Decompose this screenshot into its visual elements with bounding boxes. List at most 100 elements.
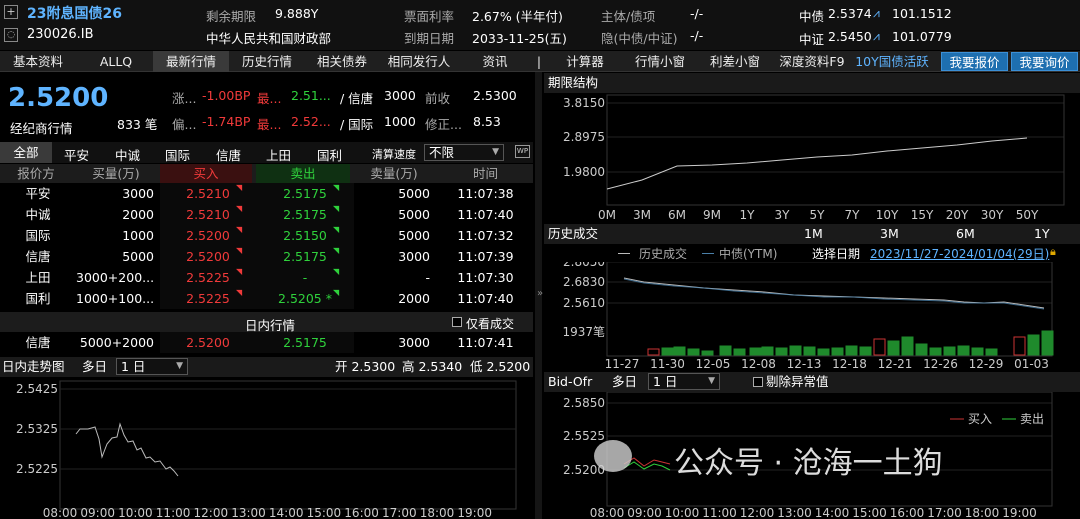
add-icon[interactable]: + bbox=[4, 5, 18, 19]
row-broker: 上田 bbox=[25, 270, 51, 285]
quote-summary: 2.5200 经纪商行情 833 笔 涨... -1.00BP 偏... -1.… bbox=[0, 73, 533, 141]
x-tick-label: 0M bbox=[598, 208, 616, 222]
range-1y[interactable]: 1Y bbox=[1034, 224, 1050, 244]
table-row[interactable]: 中诚 2000 2.5210 2.5175 5000 11:07:40 ◥ ◥ bbox=[0, 204, 533, 225]
tab-allq[interactable]: ALLQ bbox=[81, 51, 151, 72]
col-bid-volume: 买量(万) bbox=[92, 166, 140, 181]
volume-bar bbox=[859, 346, 872, 356]
tab-latest-quote[interactable]: 最新行情 bbox=[153, 51, 229, 72]
x-tick-label: 17:00 bbox=[382, 506, 417, 519]
broker-tab-guoji[interactable]: 国际 bbox=[165, 145, 190, 164]
broker-tabs: 全部 平安 中诚 国际 信唐 上田 国利 清算速度 不限 ▼ WP bbox=[0, 142, 533, 163]
row-time: 11:07:41 bbox=[457, 335, 514, 350]
row-ask: 2.5175 bbox=[256, 332, 354, 353]
tab-spread-window[interactable]: 利差小窗 bbox=[700, 51, 770, 72]
bell-icon[interactable]: ◌ bbox=[4, 28, 18, 42]
broker-tab-guoli[interactable]: 国利 bbox=[317, 145, 342, 164]
prev-close-value: 2.5300 bbox=[473, 88, 517, 103]
volume-bar bbox=[985, 348, 998, 356]
table-row[interactable]: 国际 1000 2.5200 2.5150 5000 11:07:32 ◥ ◥ bbox=[0, 225, 533, 246]
y-tick-label: 3.8150 bbox=[563, 96, 605, 110]
high-price: 高 2.5340 bbox=[402, 359, 463, 374]
intraday-row[interactable]: 信唐 5000+2000 2.5200 2.5175 3000 11:07:41 bbox=[0, 332, 533, 353]
xintang-label: / 信唐 bbox=[340, 91, 374, 106]
range-1m[interactable]: 1M bbox=[804, 224, 823, 244]
broker-tab-xintang[interactable]: 信唐 bbox=[216, 145, 241, 164]
export-icon[interactable]: WP bbox=[515, 145, 530, 158]
tab-basic-info[interactable]: 基本资料 bbox=[0, 51, 76, 72]
volume-bar bbox=[673, 346, 686, 356]
tab-news[interactable]: 资讯 bbox=[465, 51, 525, 72]
volume-bar bbox=[803, 346, 816, 356]
x-tick-label: 12-05 bbox=[696, 357, 731, 371]
trend-period-select[interactable]: 1 日 ▼ bbox=[116, 358, 188, 375]
x-tick-label: 10Y bbox=[876, 208, 899, 222]
trend-multi-day[interactable]: 多日 bbox=[82, 357, 107, 377]
tab-same-issuer[interactable]: 相同发行人 bbox=[381, 51, 457, 72]
tab-f9[interactable]: 深度资料F9 bbox=[775, 51, 849, 72]
x-tick-label: 14:00 bbox=[269, 506, 304, 519]
broker-tab-pingan[interactable]: 平安 bbox=[64, 145, 89, 164]
bidofr-multi-day[interactable]: 多日 bbox=[612, 372, 637, 392]
table-row[interactable]: 信唐 5000 2.5200 2.5175 3000 11:07:39 ◥ ◥ bbox=[0, 246, 533, 267]
row-ask-volume: 3000 bbox=[398, 249, 430, 264]
quote-button[interactable]: 我要报价 bbox=[941, 52, 1008, 71]
date-range[interactable]: 2023/11/27-2024/01/04(29日) bbox=[870, 245, 1049, 262]
guoji-label: / 国际 bbox=[340, 117, 374, 132]
x-tick-label: 6M bbox=[668, 208, 686, 222]
legend-cb-line bbox=[702, 253, 714, 254]
only-trades-checkbox[interactable] bbox=[452, 317, 462, 327]
row-bid-volume: 1000 bbox=[122, 228, 154, 243]
tab-history-quote[interactable]: 历史行情 bbox=[231, 51, 303, 72]
plot-frame bbox=[59, 380, 517, 510]
x-tick-label: 16:00 bbox=[890, 506, 925, 519]
date-select-label: 选择日期 bbox=[812, 247, 861, 261]
x-tick-label: 5Y bbox=[810, 208, 826, 222]
chart-icon[interactable]: ⩘ bbox=[873, 29, 880, 44]
volume-bar bbox=[887, 340, 900, 356]
exclude-outliers-checkbox[interactable] bbox=[753, 377, 763, 387]
tab-related-bonds[interactable]: 相关债券 bbox=[305, 51, 379, 72]
term-structure-chart[interactable]: 3.8150 2.8975 1.9800 0M 3M 6M 9M 1Y 3Y 5Y 7Y 10Y 15Y… bbox=[544, 93, 1080, 223]
lock-icon[interactable]: 🔒︎ bbox=[1050, 245, 1056, 259]
flag-icon: ◥ bbox=[333, 288, 340, 297]
x-tick-label: 1Y bbox=[740, 208, 756, 222]
broker-tab-all[interactable]: 全部 bbox=[0, 142, 52, 163]
clear-speed-select[interactable]: 不限 ▼ bbox=[424, 144, 504, 161]
x-tick-label: 12-08 bbox=[741, 357, 776, 371]
volume-bar bbox=[775, 347, 788, 356]
row-ask-volume: 5000 bbox=[398, 186, 430, 201]
table-row[interactable]: 上田 3000+200... 2.5225- -11:07:30 ◥ ◥ bbox=[0, 267, 533, 288]
intraday-bar: 日内行情 仅看成交 bbox=[0, 312, 533, 333]
modified-duration-label: 修正... bbox=[425, 117, 462, 132]
tab-bar: 基本资料 ALLQ 最新行情 历史行情 相关债券 相同发行人 资讯 | 计算器 … bbox=[0, 51, 1080, 72]
range-3m[interactable]: 3M bbox=[880, 224, 899, 244]
tab-calculator[interactable]: 计算器 bbox=[554, 51, 616, 72]
row-time: 11:07:40 bbox=[457, 291, 514, 306]
broker-tab-zhongcheng[interactable]: 中诚 bbox=[115, 145, 140, 164]
history-trade-chart[interactable]: 2.8050 2.6830 2.5610 1937笔 11-27 11-30 12-05 12… bbox=[544, 262, 1080, 372]
chart-icon[interactable]: ⩘ bbox=[873, 6, 880, 21]
x-tick-label: 12:00 bbox=[194, 506, 229, 519]
table-row[interactable]: 国利 1000+100... 2.5225 2.5205 * 2000 11:07:40 ◥… bbox=[0, 288, 533, 309]
x-tick-label: 09:00 bbox=[627, 506, 662, 519]
plot-frame bbox=[606, 94, 1065, 206]
x-tick-label: 50Y bbox=[1016, 208, 1039, 222]
volume-bar bbox=[873, 338, 886, 356]
intraday-trend-chart[interactable]: 2.5425 2.5325 2.5225 08:00 09:00 10:00 11:00 12… bbox=[0, 377, 533, 519]
row-time: 11:07:39 bbox=[457, 249, 514, 264]
table-row[interactable]: 平安 3000 2.5210 2.5175 5000 11:07:38 ◥ ◥ bbox=[0, 183, 533, 204]
y-tick-label: 1.9800 bbox=[563, 165, 605, 179]
tab-10y-active[interactable]: 10Y国债活跃 bbox=[851, 51, 933, 72]
collapse-icon[interactable]: » bbox=[537, 288, 543, 299]
flag-icon: ◥ bbox=[236, 225, 243, 234]
tab-quote-window[interactable]: 行情小窗 bbox=[626, 51, 694, 72]
x-tick-label: 08:00 bbox=[43, 506, 78, 519]
broker-tab-shangtian[interactable]: 上田 bbox=[266, 145, 291, 164]
inquiry-button[interactable]: 我要询价 bbox=[1011, 52, 1078, 71]
row-bid: 2.5200 bbox=[160, 332, 256, 353]
bidofr-period-select[interactable]: 1 日 ▼ bbox=[648, 373, 720, 390]
history-title: 历史成交 bbox=[548, 226, 599, 241]
x-tick-label: 12-18 bbox=[832, 357, 867, 371]
range-6m[interactable]: 6M bbox=[956, 224, 975, 244]
